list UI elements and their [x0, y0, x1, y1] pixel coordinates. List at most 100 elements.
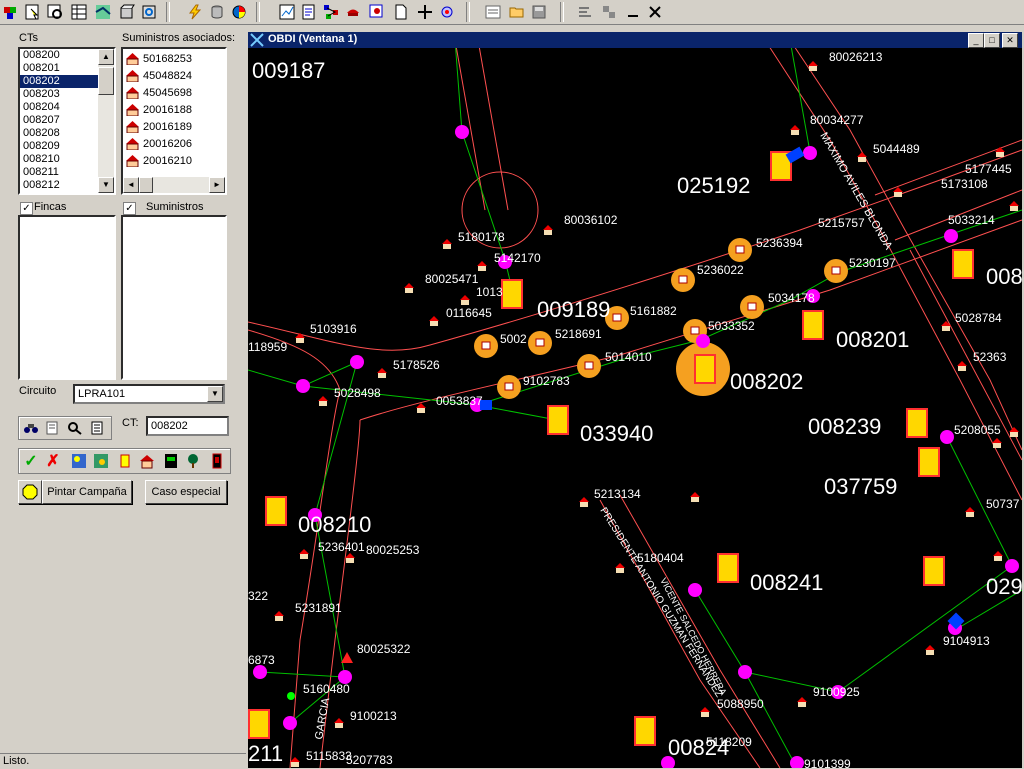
suministro-list-item[interactable]: 20016188 [123, 102, 225, 119]
flow-icon[interactable] [576, 3, 594, 21]
house-icon [543, 225, 553, 235]
layers-icon[interactable] [2, 3, 20, 21]
scroll-down-icon[interactable]: ▼ [98, 177, 114, 193]
table-icon[interactable] [70, 3, 88, 21]
map-window[interactable]: 009187 80026213 80034277 5044489 5177445 0251… [248, 32, 1022, 768]
house-icon [700, 707, 710, 717]
crosshair-icon[interactable] [416, 3, 434, 21]
suministro-list-item[interactable]: 20016189 [123, 119, 225, 136]
hscroll-thumb[interactable] [139, 177, 153, 193]
house-icon[interactable] [137, 451, 157, 471]
house-icon [790, 125, 800, 135]
app-x-icon [250, 33, 264, 47]
map-label: 5033352 [708, 319, 755, 333]
circuito-select[interactable]: LPRA101 ▼ [73, 384, 225, 404]
house-icon [995, 147, 1005, 157]
map-label: 80036102 [564, 213, 618, 227]
pintar-campana-button[interactable]: Pintar Campaña [42, 480, 132, 504]
list-icon[interactable] [484, 3, 502, 21]
house-icon [992, 438, 1002, 448]
network-nodes [253, 125, 1019, 768]
flow2-icon[interactable] [600, 3, 618, 21]
map-label: 033940 [580, 421, 653, 446]
suministro-list-item[interactable]: 45045698 [123, 85, 225, 102]
caso-especial-button[interactable]: Caso especial [145, 480, 227, 504]
suministros-hscrollbar[interactable]: ◄ ► [123, 177, 225, 193]
node-icon [803, 146, 817, 160]
map-label: 5178526 [393, 358, 440, 372]
window-close-button[interactable]: ✕ [1002, 33, 1018, 48]
map-label: 008241 [750, 570, 823, 595]
suministro-list-item[interactable]: 20016210 [123, 153, 225, 170]
actions-group: ✓ ✗ [18, 448, 231, 474]
binoculars-icon[interactable] [21, 418, 41, 438]
suministros-detail-list[interactable] [121, 215, 227, 380]
fincas-checkbox[interactable]: ✓ [20, 202, 33, 215]
main-toolbar [0, 0, 1024, 25]
check-icon[interactable]: ✓ [21, 451, 41, 471]
save-icon[interactable] [530, 3, 548, 21]
chevron-down-icon[interactable]: ▼ [207, 386, 223, 402]
folder-open-icon[interactable] [508, 3, 526, 21]
box-icon[interactable] [118, 3, 136, 21]
transformer-icon [265, 496, 287, 526]
map-label: 9100925 [813, 685, 860, 699]
octagon-icon [22, 484, 38, 500]
suministro-list-item[interactable]: 20016206 [123, 136, 225, 153]
tree-icon[interactable] [183, 451, 203, 471]
fincas-list[interactable] [18, 215, 116, 380]
house-icon [857, 152, 867, 162]
window-maximize-button[interactable]: □ [984, 33, 1000, 48]
database-icon[interactable] [208, 3, 226, 21]
search-icon[interactable] [65, 418, 85, 438]
meter-icon[interactable] [161, 451, 181, 471]
config-icon[interactable] [344, 3, 362, 21]
map-view-icon[interactable] [91, 451, 111, 471]
document-icon[interactable] [368, 3, 386, 21]
target-icon[interactable] [438, 3, 456, 21]
cancel-icon[interactable]: ✗ [43, 451, 63, 471]
network-view-icon[interactable] [69, 451, 89, 471]
window-minimize-button[interactable]: _ [968, 33, 984, 48]
campaign-color-button[interactable] [18, 480, 42, 504]
suministro-list-item[interactable]: 50168253 [123, 51, 225, 68]
house-icon [126, 87, 139, 100]
scroll-left-icon[interactable]: ◄ [123, 177, 139, 193]
refresh-icon[interactable] [140, 3, 158, 21]
report-icon[interactable] [392, 3, 410, 21]
transformer-icon [906, 408, 928, 438]
house-icon [334, 718, 344, 728]
form-icon[interactable] [43, 418, 63, 438]
map-icon[interactable] [94, 3, 112, 21]
select-icon[interactable] [24, 3, 42, 21]
transformer-icon[interactable] [115, 451, 135, 471]
graph-icon[interactable] [278, 3, 296, 21]
minimize-icon[interactable] [624, 3, 642, 21]
suministros-checkbox[interactable]: ✓ [123, 202, 136, 215]
scroll-right-icon[interactable]: ► [209, 177, 225, 193]
device-icon[interactable] [207, 451, 227, 471]
close-icon[interactable] [646, 3, 664, 21]
suministro-list-item[interactable]: 45048824 [123, 68, 225, 85]
notes-icon[interactable] [87, 418, 107, 438]
suministros-list[interactable]: 50168253 45048824 45045698 20016188 20016189… [121, 47, 227, 195]
suministro-id: 20016210 [143, 155, 192, 167]
scroll-thumb[interactable] [98, 67, 114, 95]
suministro-id: 20016188 [143, 104, 192, 116]
map-label: 00824 [668, 735, 729, 760]
house-icon [126, 121, 139, 134]
edit-icon[interactable] [300, 3, 318, 21]
house-icon [965, 507, 975, 517]
scroll-up-icon[interactable]: ▲ [98, 49, 114, 65]
identify-icon[interactable] [46, 3, 64, 21]
cts-scrollbar[interactable]: ▲ ▼ [98, 49, 114, 193]
cts-list[interactable]: 008200 008201 008202 008203 008204 008207 0082… [18, 47, 116, 195]
map-label: 009189 [537, 297, 610, 322]
ct-input[interactable]: 008202 [146, 416, 229, 436]
pie-icon[interactable] [230, 3, 248, 21]
map-label: 025192 [677, 173, 750, 198]
network-icon[interactable] [322, 3, 340, 21]
lightning-icon[interactable] [186, 3, 204, 21]
map-canvas[interactable]: 009187 80026213 80034277 5044489 5177445 0251… [248, 32, 1022, 768]
window-titlebar[interactable]: OBDI (Ventana 1) _ □ ✕ [248, 32, 1022, 48]
